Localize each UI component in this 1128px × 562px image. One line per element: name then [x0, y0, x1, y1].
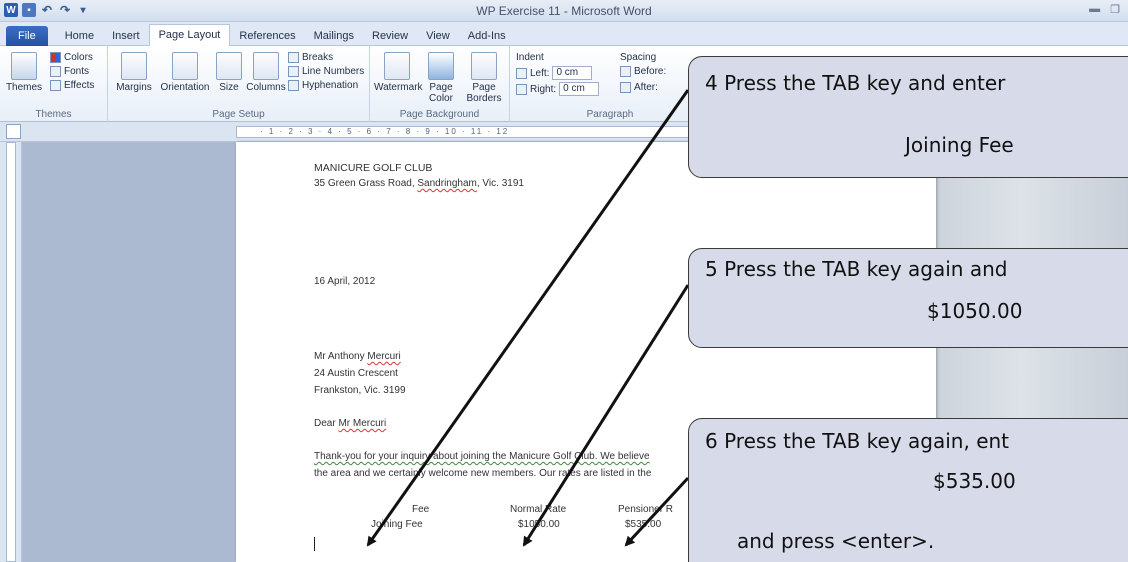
window-title: WP Exercise 11 - Microsoft Word	[476, 4, 652, 18]
orientation-icon	[172, 52, 198, 80]
ribbon-tabs: File Home Insert Page Layout References …	[0, 22, 1128, 46]
indent-label: Indent	[516, 52, 544, 63]
paragraph-group: Indent Left: 0 cm Right: 0 cm Spacing Be…	[516, 52, 667, 120]
vertical-ruler-bar	[6, 142, 16, 562]
vertical-ruler[interactable]	[0, 142, 22, 562]
tab-view[interactable]: View	[417, 26, 459, 46]
recipient-name: Mr Anthony Mercuri	[314, 351, 401, 362]
ruler-ticks: · 1 · 2 · 3 · 4 · 5 · 6 · 7 · 8 · 9 · 10…	[260, 127, 510, 136]
effects-icon	[50, 80, 61, 91]
effects-button[interactable]: Effects	[50, 80, 94, 91]
salutation: Dear Mr Mercuri	[314, 418, 387, 429]
fonts-button[interactable]: Fonts	[50, 66, 89, 77]
tab-add-ins[interactable]: Add-Ins	[459, 26, 515, 46]
table-header-pensioner-rate: Pensioner R	[618, 504, 674, 515]
minimize-icon[interactable]: ▬	[1089, 3, 1100, 16]
tab-selector[interactable]	[6, 124, 21, 139]
table-cell-pensioner-rate: $535.00	[625, 519, 662, 530]
page-color-button[interactable]: Page Color	[420, 52, 462, 104]
line-numbers-button[interactable]: Line Numbers	[288, 66, 364, 77]
page-color-icon	[428, 52, 454, 80]
title-bar: W ▪ ↶ ↷ ▾ WP Exercise 11 - Microsoft Wor…	[0, 0, 1128, 22]
themes-icon	[11, 52, 37, 80]
themes-group: Themes Colors Fonts Effects Themes	[0, 46, 108, 122]
hyphenation-button[interactable]: Hyphenation	[288, 80, 358, 91]
callout-step-4: 4 Press the TAB key and enter Joining Fe…	[688, 56, 1128, 178]
indent-right-icon	[516, 83, 527, 95]
restore-icon[interactable]: ❐	[1110, 3, 1120, 16]
columns-icon	[253, 52, 279, 80]
columns-button[interactable]: Columns	[246, 52, 286, 93]
indent-right: Right: 0 cm	[516, 82, 600, 96]
line-numbers-icon	[288, 66, 299, 77]
page-borders-button[interactable]: Page Borders	[462, 52, 506, 104]
indent-right-input[interactable]: 0 cm	[559, 82, 600, 96]
table-header-normal-rate: Normal Rate	[510, 504, 567, 515]
tab-mailings[interactable]: Mailings	[305, 26, 363, 46]
recipient-street: 24 Austin Crescent	[314, 368, 398, 379]
tab-page-layout[interactable]: Page Layout	[148, 24, 231, 46]
table-cell-joining-fee: Joining Fee	[371, 519, 423, 530]
breaks-button[interactable]: Breaks	[288, 52, 333, 63]
tab-file[interactable]: File	[6, 26, 48, 46]
text-cursor	[314, 537, 315, 551]
spacing-after[interactable]: After:	[620, 82, 658, 93]
tab-review[interactable]: Review	[363, 26, 417, 46]
breaks-icon	[288, 52, 299, 63]
themes-button[interactable]: Themes	[2, 52, 46, 93]
watermark-icon	[384, 52, 410, 80]
body-line-2: the area and we certainly welcome new me…	[314, 468, 652, 479]
margins-button[interactable]: Margins	[112, 52, 156, 93]
table-cell-normal-rate: $1050.00	[518, 519, 560, 530]
page-setup-group: Margins Orientation Size Columns Breaks …	[108, 46, 370, 122]
tab-home[interactable]: Home	[56, 26, 103, 46]
page-borders-icon	[471, 52, 497, 80]
indent-left: Left: 0 cm	[516, 66, 593, 80]
orientation-button[interactable]: Orientation	[160, 52, 210, 93]
body-line-1: Thank-you for your inquiry about joining…	[314, 451, 650, 462]
fonts-icon	[50, 66, 61, 77]
page-background-group: Watermark Page Color Page Borders Page B…	[370, 46, 510, 122]
spacing-after-icon	[620, 82, 631, 93]
spacing-before-icon	[620, 66, 631, 77]
indent-left-input[interactable]: 0 cm	[552, 66, 593, 80]
callout-step-6: 6 Press the TAB key again, ent $535.00 a…	[688, 418, 1128, 562]
colors-icon	[50, 52, 61, 63]
spacing-label: Spacing	[620, 52, 657, 63]
tab-insert[interactable]: Insert	[103, 26, 149, 46]
indent-left-icon	[516, 67, 527, 79]
colors-button[interactable]: Colors	[50, 52, 93, 63]
recipient-city: Frankston, Vic. 3199	[314, 385, 406, 396]
margins-icon	[121, 52, 147, 80]
spacing-before[interactable]: Before:	[620, 66, 666, 77]
hyphenation-icon	[288, 80, 299, 91]
club-address: 35 Green Grass Road, Sandringham, Vic. 3…	[314, 178, 524, 189]
size-icon	[216, 52, 242, 80]
tab-references[interactable]: References	[230, 26, 304, 46]
table-header-fee: Fee	[412, 504, 430, 515]
size-button[interactable]: Size	[212, 52, 246, 93]
watermark-button[interactable]: Watermark	[374, 52, 423, 93]
callout-step-5: 5 Press the TAB key again and $1050.00	[688, 248, 1128, 348]
club-name: MANICURE GOLF CLUB	[314, 162, 433, 174]
letter-date: 16 April, 2012	[314, 276, 376, 287]
